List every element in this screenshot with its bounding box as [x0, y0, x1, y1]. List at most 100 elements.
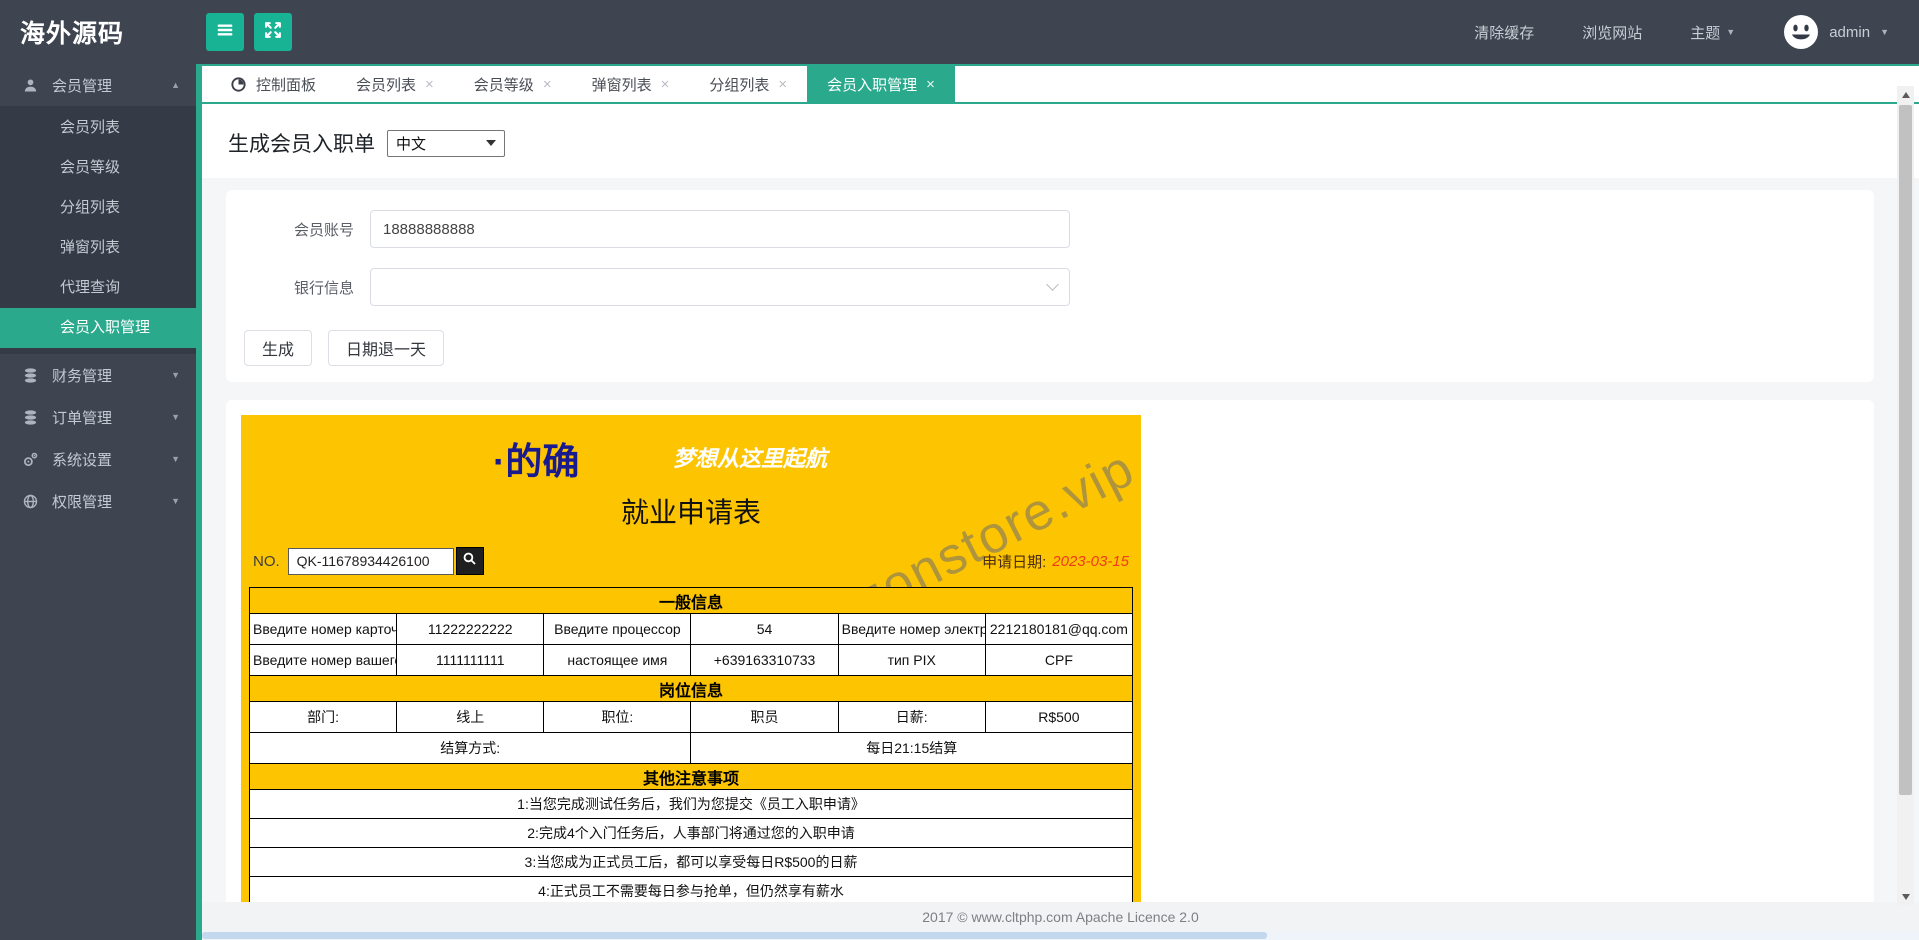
brand-slogan: 梦想从这里起航: [673, 446, 828, 471]
table-cell: Введите номер электр: [837, 613, 986, 645]
generate-form-panel: 会员账号 银行信息 生成 日期退一天: [226, 190, 1874, 382]
sidebar-item-agent-query[interactable]: 代理查询: [0, 268, 196, 308]
language-select[interactable]: 中文: [387, 129, 505, 157]
table-cell: 职位:: [543, 701, 692, 733]
chevron-down-icon: [1046, 278, 1059, 291]
sidebar-item-member-onboarding[interactable]: 会员入职管理: [0, 308, 196, 348]
toggle-sidebar-button[interactable]: [206, 13, 244, 51]
page-header: 生成会员入职单 中文: [202, 104, 1919, 178]
sidebar-item-member-level[interactable]: 会员等级: [0, 148, 196, 188]
sidebar-item-group-list[interactable]: 分组列表: [0, 188, 196, 228]
main-content: 控制面板 会员列表 × 会员等级 × 弹窗列表 × 分组列表 × 会员入职管理 …: [202, 64, 1919, 940]
table-cell: R$500: [984, 701, 1134, 733]
clear-cache-link[interactable]: 清除缓存: [1474, 22, 1534, 43]
note-cell: 2:完成4个入门任务后，人事部门将通过您的入职申请: [249, 818, 1133, 848]
date-back-one-day-button[interactable]: 日期退一天: [328, 330, 445, 366]
table-cell: настоящее имя: [543, 644, 692, 676]
section-header-general-info: 一般信息: [249, 587, 1133, 614]
card-brand-row: ·的确 梦想从这里起航: [241, 429, 1141, 482]
navbar-right: 清除缓存 浏览网站 主题 ▼ admin ▼: [1474, 14, 1919, 50]
member-account-label: 会员账号: [293, 221, 354, 239]
table-row: 结算方式: 每日21:15结算: [248, 732, 1133, 764]
sidebar-group-label: 会员管理: [52, 77, 113, 95]
table-cell: 1111111111: [396, 644, 545, 676]
table-cell: 54: [690, 613, 839, 645]
tab-label: 弹窗列表: [591, 76, 652, 94]
bank-info-select[interactable]: [370, 268, 1070, 306]
table-cell: Введите номер карточ: [248, 613, 398, 645]
sidebar-item-member-list[interactable]: 会员列表: [0, 108, 196, 148]
form-row-bank: 银行信息: [244, 268, 1856, 306]
user-icon: [22, 77, 39, 94]
vertical-scrollbar[interactable]: [1897, 86, 1914, 905]
table-cell: 结算方式:: [248, 732, 692, 764]
sidebar-group-label: 系统设置: [52, 451, 113, 469]
application-date-value: 2023-03-15: [1052, 552, 1129, 570]
tab-member-level[interactable]: 会员等级 ×: [454, 66, 572, 102]
table-row: 1:当您完成测试任务后，我们为您提交《员工入职申请》: [249, 789, 1133, 819]
close-icon[interactable]: ×: [778, 76, 787, 93]
database-icon: [22, 409, 39, 426]
application-number-input[interactable]: [287, 547, 454, 575]
scroll-down-arrow[interactable]: [1897, 888, 1914, 905]
user-menu[interactable]: admin ▼: [1783, 14, 1889, 50]
application-date-label: 申请日期:: [982, 553, 1047, 571]
close-icon[interactable]: ×: [661, 76, 670, 93]
section-header-position-info: 岗位信息: [249, 675, 1133, 702]
employment-application-card: ozonstore.vip ·的确 梦想从这里起航 就业申请表 NO. QK-1…: [241, 415, 1141, 902]
table-cell: 2212180181@qq.com: [984, 613, 1134, 645]
tab-label: 分组列表: [709, 76, 770, 94]
language-select-value: 中文: [396, 135, 427, 153]
chevron-down-icon: ▼: [171, 454, 180, 464]
app-window: 海外源码 清除缓存 浏览网站 主题 ▼ admin ▼ 会员管理 ▲ 会员列表 …: [0, 0, 1919, 940]
sidebar-group-finance[interactable]: 财务管理 ▼: [0, 354, 196, 396]
sidebar-group-member-management[interactable]: 会员管理 ▲: [0, 64, 196, 106]
table-cell: Введите процессор: [543, 613, 692, 645]
tab-member-onboarding[interactable]: 会员入职管理 ×: [807, 66, 955, 102]
note-cell: 4:正式员工不需要每日参与抢单，但仍然享有薪水: [249, 876, 1133, 902]
sidebar-submenu: 会员列表 会员等级 分组列表 弹窗列表 代理查询 会员入职管理: [0, 106, 196, 354]
sidebar-group-orders[interactable]: 订单管理 ▼: [0, 396, 196, 438]
sidebar-group-system-settings[interactable]: 系统设置 ▼: [0, 438, 196, 480]
table-cell: 职员: [690, 701, 839, 733]
note-cell: 1:当您完成测试任务后，我们为您提交《员工入职申请》: [249, 789, 1133, 819]
gear-icon: [22, 451, 39, 468]
footer: 2017 © www.cltphp.com Apache Licence 2.0: [202, 902, 1919, 931]
scroll-up-arrow[interactable]: [1897, 86, 1914, 103]
chevron-down-icon: ▼: [171, 370, 180, 380]
table-cell: 每日21:15结算: [690, 732, 1133, 764]
fullscreen-button[interactable]: [254, 13, 292, 51]
table-cell: 线上: [396, 701, 545, 733]
tab-dashboard[interactable]: 控制面板: [210, 66, 336, 102]
horizontal-scrollbar[interactable]: [202, 931, 1919, 940]
form-buttons: 生成 日期退一天: [244, 326, 1856, 366]
close-icon[interactable]: ×: [926, 76, 935, 93]
triangle-down-icon: [1901, 893, 1910, 900]
sidebar-item-popup-list[interactable]: 弹窗列表: [0, 228, 196, 268]
chevron-down-icon: ▼: [171, 412, 180, 422]
triangle-up-icon: [1901, 91, 1910, 98]
horizontal-scrollbar-thumb[interactable]: [202, 932, 1267, 939]
top-navbar: 海外源码 清除缓存 浏览网站 主题 ▼ admin ▼: [0, 0, 1919, 64]
generate-button[interactable]: 生成: [244, 330, 313, 366]
application-table: 一般信息 Введите номер карточ 11222222222 Вв…: [248, 587, 1134, 902]
theme-menu[interactable]: 主题 ▼: [1690, 22, 1735, 43]
page-body: 生成会员入职单 中文 会员账号 银行信息: [202, 104, 1919, 902]
database-icon: [22, 367, 39, 384]
search-button[interactable]: [455, 547, 484, 575]
tab-member-list[interactable]: 会员列表 ×: [336, 66, 454, 102]
tab-group-list[interactable]: 分组列表 ×: [689, 66, 807, 102]
table-row: 3:当您成为正式员工后，都可以享受每日R$500的日薪: [249, 847, 1133, 877]
browse-site-link[interactable]: 浏览网站: [1582, 22, 1642, 43]
vertical-scrollbar-thumb[interactable]: [1899, 105, 1912, 795]
sidebar-group-permissions[interactable]: 权限管理 ▼: [0, 480, 196, 522]
tab-popup-list[interactable]: 弹窗列表 ×: [572, 66, 690, 102]
chevron-down-icon: ▼: [171, 496, 180, 506]
table-row: 2:完成4个入门任务后，人事部门将通过您的入职申请: [249, 818, 1133, 848]
close-icon[interactable]: ×: [425, 76, 434, 93]
table-cell: тип PIX: [837, 644, 986, 676]
tab-label: 会员等级: [473, 76, 534, 94]
member-account-input[interactable]: [370, 210, 1070, 248]
sidebar-group-label: 订单管理: [52, 409, 113, 427]
close-icon[interactable]: ×: [543, 76, 552, 93]
